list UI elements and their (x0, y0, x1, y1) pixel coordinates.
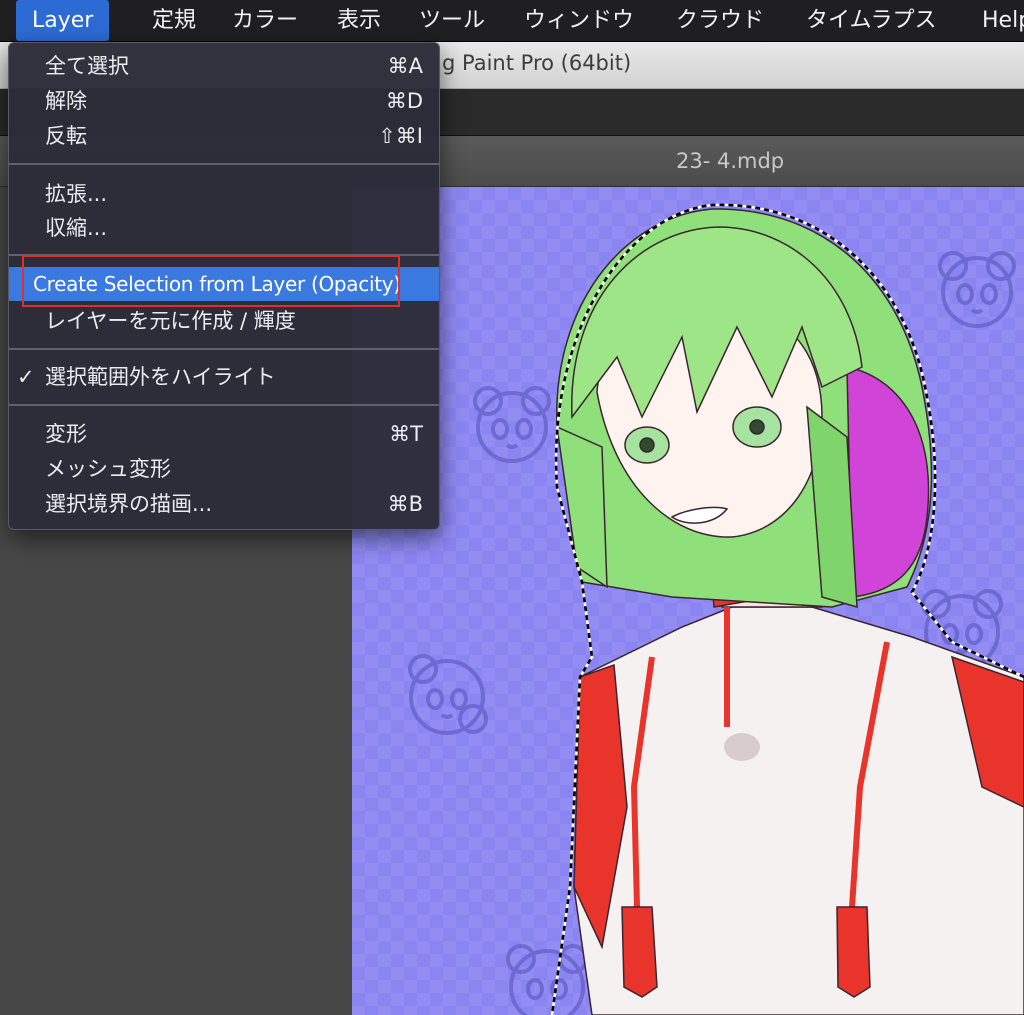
menu-item-transform[interactable]: 変形 ⌘T (9, 417, 439, 451)
menu-item-highlight-outside-selection[interactable]: ✓ 選択範囲外をハイライト (9, 360, 439, 394)
menu-tool[interactable]: ツール (419, 0, 485, 41)
menu-item-label: メッシュ変形 (45, 457, 171, 481)
menu-item-label: 反転 (45, 124, 87, 148)
menu-item-select-all[interactable]: 全て選択 ⌘A (9, 49, 439, 83)
menu-item-create-selection-from-layer-luminance[interactable]: レイヤーを元に作成 / 輝度 (9, 304, 439, 338)
menu-separator (9, 404, 439, 406)
window-title: g Paint Pro (64bit) (442, 51, 632, 75)
menu-cloud[interactable]: クラウド (676, 0, 764, 41)
menu-item-label: 変形 (45, 422, 87, 446)
check-mark-icon: ✓ (17, 365, 35, 389)
menu-ruler[interactable]: 定規 (152, 0, 196, 41)
annotation-highlight-box (22, 255, 400, 307)
menu-item-shrink[interactable]: 収縮... (9, 211, 439, 245)
menu-item-deselect[interactable]: 解除 ⌘D (9, 84, 439, 118)
canvas[interactable] (352, 187, 1024, 1015)
menu-item-mesh-transform[interactable]: メッシュ変形 (9, 452, 439, 486)
menu-item-label: 選択範囲外をハイライト (45, 365, 276, 389)
menu-item-shortcut: ⌘B (387, 492, 423, 516)
character (556, 208, 1024, 1015)
menu-color[interactable]: カラー (232, 0, 298, 41)
menu-item-shortcut: ⌘A (387, 54, 423, 78)
menu-item-label: 全て選択 (45, 54, 129, 78)
menu-item-label: 収縮... (45, 216, 108, 240)
menu-item-expand[interactable]: 拡張... (9, 177, 439, 211)
menu-layer[interactable]: Layer (16, 0, 110, 41)
menu-item-label: レイヤーを元に作成 / 輝度 (45, 309, 296, 333)
menu-view[interactable]: 表示 (337, 0, 381, 41)
menu-item-label: 選択境界の描画... (45, 492, 213, 516)
document-tab[interactable]: 23- 4.mdp (676, 149, 784, 173)
menu-item-shortcut: ⌘D (385, 89, 423, 113)
menu-item-draw-selection-border[interactable]: 選択境界の描画... ⌘B (9, 487, 439, 521)
menu-window[interactable]: ウィンドウ (524, 0, 634, 41)
menu-item-invert[interactable]: 反転 ⇧⌘I (9, 119, 439, 153)
menu-separator (9, 348, 439, 350)
menu-timelapse[interactable]: タイムラプス (806, 0, 936, 41)
menu-separator (9, 163, 439, 165)
menu-item-shortcut: ⌘T (389, 422, 423, 446)
menu-bar: Layer 定規 カラー 表示 ツール ウィンドウ クラウド タイムラプス He… (0, 0, 1024, 42)
artwork (408, 203, 1024, 1015)
menu-help[interactable]: Help (982, 0, 1024, 41)
menu-item-label: 解除 (45, 89, 87, 113)
menu-item-label: 拡張... (45, 182, 108, 206)
menu-item-shortcut: ⇧⌘I (378, 124, 423, 148)
